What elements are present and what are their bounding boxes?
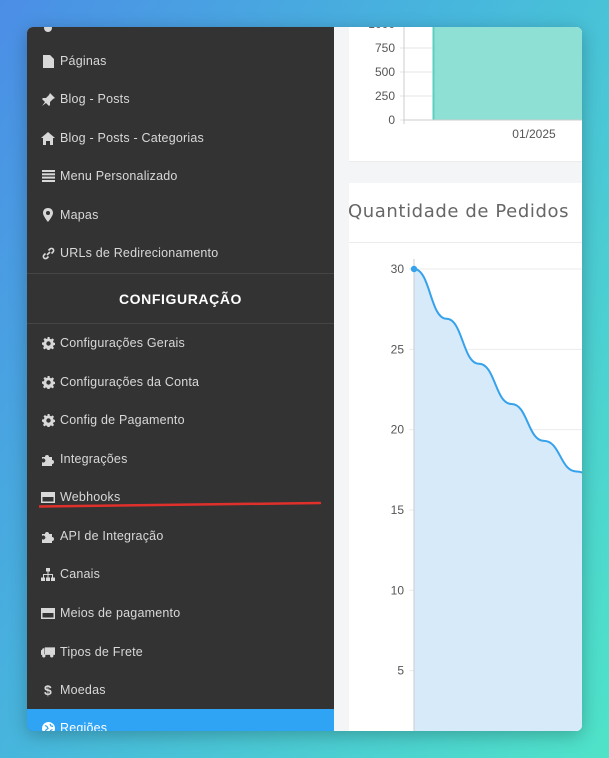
gear-icon xyxy=(41,375,55,389)
file-icon xyxy=(41,54,55,68)
sidebar-item-regioes[interactable]: Regiões xyxy=(27,709,334,731)
y-tick-label: 1000 xyxy=(368,27,395,31)
sidebar-item-configuracoes-conta[interactable]: Configurações da Conta xyxy=(27,363,334,401)
sidebar-item-label: Config de Pagamento xyxy=(60,413,185,427)
bar-chart: 0 250 500 750 1000 01/2025 xyxy=(368,27,582,141)
sidebar-item-label: Blog - Posts - Categorias xyxy=(60,131,204,145)
sidebar-item-paginas[interactable]: Páginas xyxy=(27,42,334,80)
card-icon xyxy=(41,607,55,619)
pin-icon xyxy=(41,92,55,106)
sidebar-item-moedas[interactable]: $ Moedas xyxy=(27,671,334,709)
y-tick-label: 15 xyxy=(391,503,405,517)
sidebar-item-label: Configurações Gerais xyxy=(60,336,185,350)
sidebar-item-label: Páginas xyxy=(60,54,107,68)
charts-canvas: 0 250 500 750 1000 01/2025 5 10 15 20 25 30 xyxy=(368,27,582,731)
sidebar-item-label: URLs de Redirecionamento xyxy=(60,246,219,260)
truck-icon xyxy=(41,646,55,658)
sidebar-item-label: Tipos de Frete xyxy=(60,645,143,659)
y-tick-label: 10 xyxy=(391,583,405,597)
series-area xyxy=(414,269,582,731)
sidebar-item-label: Canais xyxy=(60,567,101,581)
y-tick-label: 25 xyxy=(391,342,405,356)
y-tick-label: 5 xyxy=(397,664,404,678)
gear-icon xyxy=(41,27,55,34)
sidebar-item-menu-personalizado[interactable]: Menu Personalizado xyxy=(27,157,334,195)
sidebar-item-label: Configurações da Conta xyxy=(60,375,200,389)
sidebar-item-canais[interactable]: Canais xyxy=(27,555,334,593)
webhooks-highlight-underline xyxy=(39,501,321,508)
sidebar-item-urls-redirecionamento[interactable]: URLs de Redirecionamento xyxy=(27,234,334,272)
sidebar-item-label: Mapas xyxy=(60,208,99,222)
y-tick-label: 30 xyxy=(391,262,405,276)
gear-icon xyxy=(41,413,55,427)
list-icon xyxy=(41,170,55,182)
gear-icon xyxy=(41,336,55,350)
sidebar-item-configuracoes-gerais[interactable]: Configurações Gerais xyxy=(27,324,334,362)
sidebar-item-label: Blog - Posts xyxy=(60,92,130,106)
section-header-configuracao: CONFIGURAÇÃO xyxy=(27,273,334,324)
sidebar-item-mapas[interactable]: Mapas xyxy=(27,196,334,234)
app-window: Páginas Blog - Posts Blog - Posts - Cate… xyxy=(27,27,582,731)
sidebar-item-webhooks[interactable]: Webhooks xyxy=(27,478,334,516)
dollar-icon: $ xyxy=(44,682,52,698)
sidebar: Páginas Blog - Posts Blog - Posts - Cate… xyxy=(27,27,334,731)
sidebar-item-label: API de Integração xyxy=(60,529,164,543)
sitemap-icon xyxy=(41,567,55,581)
sidebar-item-meios-pagamento[interactable]: Meios de pagamento xyxy=(27,594,334,632)
main-content: Quantidade de Pedidos 0250500750100001/2… xyxy=(334,27,582,731)
puzzle-icon xyxy=(41,453,55,466)
sidebar-item-tipos-frete[interactable]: Tipos de Frete xyxy=(27,633,334,671)
link-icon xyxy=(41,247,55,260)
sidebar-item-label: Menu Personalizado xyxy=(60,169,178,183)
sidebar-item-label: Meios de pagamento xyxy=(60,606,181,620)
x-tick-label: 01/2025 xyxy=(512,127,556,141)
globe-icon xyxy=(41,721,55,731)
y-tick-label: 0 xyxy=(388,113,395,127)
sidebar-item-label: Integrações xyxy=(60,452,128,466)
home-icon xyxy=(41,131,55,145)
orders-area-chart: 5 10 15 20 25 30 xyxy=(391,259,582,731)
sidebar-item-api-integracao[interactable]: API de Integração xyxy=(27,517,334,555)
y-tick-label: 750 xyxy=(375,41,395,55)
sidebar-item-integracoes[interactable]: Integrações xyxy=(27,440,334,478)
sidebar-item-label: Moedas xyxy=(60,683,106,697)
y-tick-label: 20 xyxy=(391,423,405,437)
y-tick-label: 250 xyxy=(375,89,395,103)
bar-01-2025 xyxy=(433,27,582,120)
map-marker-icon xyxy=(41,208,55,222)
sidebar-item-label: Regiões xyxy=(60,721,108,731)
sidebar-item-blog-categorias[interactable]: Blog - Posts - Categorias xyxy=(27,119,334,157)
y-tick-label: 500 xyxy=(375,65,395,79)
puzzle-icon xyxy=(41,530,55,543)
series-point xyxy=(410,265,418,273)
sidebar-item-blog-posts[interactable]: Blog - Posts xyxy=(27,80,334,118)
sidebar-item-config-pagamento[interactable]: Config de Pagamento xyxy=(27,401,334,439)
